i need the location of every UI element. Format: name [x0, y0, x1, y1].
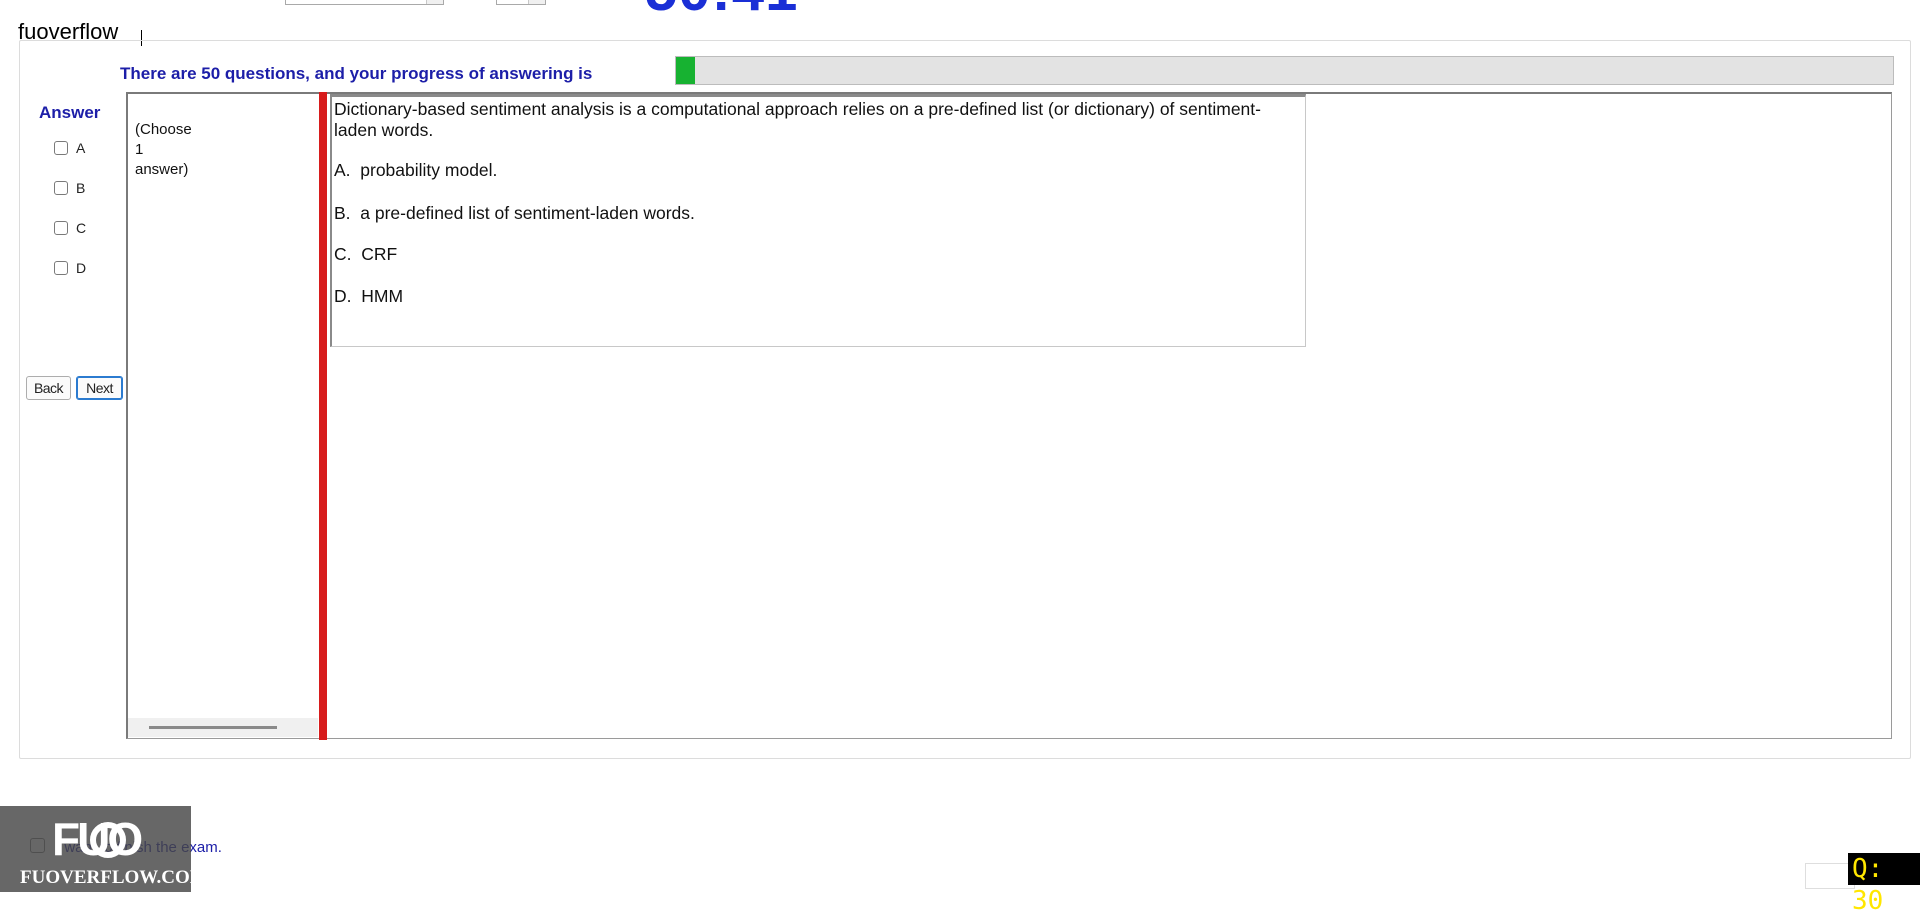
choose-instruction: (Choose 1 answer) [135, 120, 192, 180]
scrollbar-thumb[interactable] [149, 726, 277, 729]
option-c-checkbox[interactable] [54, 220, 68, 235]
choose-line-3: answer) [135, 161, 189, 178]
option-b-checkbox[interactable] [54, 180, 68, 195]
logo-ring-icon [90, 822, 126, 858]
choice-b: B. a pre-defined list of sentiment-laden… [334, 203, 695, 223]
answer-title: Answer [39, 103, 101, 122]
question-text: Dictionary-based sentiment analysis is a… [334, 99, 1261, 140]
question-number-badge: Q: 30 [1848, 853, 1920, 916]
progress-fill [676, 57, 696, 84]
next-button[interactable]: Next [76, 376, 123, 400]
progress-label: There are 50 questions, and your progres… [120, 64, 593, 83]
choose-line-2: 1 [135, 141, 144, 158]
exam-code-field[interactable] [285, 0, 444, 5]
option-c[interactable]: C [54, 219, 86, 236]
watermark-text: FUOVERFLOW.COM [20, 867, 208, 888]
watermark-logo: FUO FUOVERFLOW.COM [0, 806, 208, 892]
choice-d: D. HMM [334, 286, 404, 306]
choice-c: C. CRF [334, 244, 398, 264]
option-a[interactable]: A [54, 139, 85, 156]
choose-line-1: (Choose [135, 121, 192, 138]
option-c-label: C [76, 219, 87, 236]
dropdown-arrow-icon[interactable] [528, 0, 545, 4]
choice-a: A. probability model. [334, 160, 498, 180]
back-button[interactable]: Back [26, 376, 71, 400]
countdown-timer: 50:41 [645, 0, 798, 20]
splitter-divider[interactable] [319, 92, 327, 740]
option-a-checkbox[interactable] [54, 140, 68, 155]
instructions-pane [128, 94, 318, 737]
option-b[interactable]: B [54, 179, 85, 196]
dropdown-arrow-icon[interactable] [426, 0, 443, 4]
option-b-label: B [76, 179, 86, 196]
option-d-label: D [76, 259, 87, 276]
option-d-checkbox[interactable] [54, 260, 68, 275]
font-size-field[interactable] [496, 0, 546, 5]
option-d[interactable]: D [54, 259, 86, 276]
option-a-label: A [76, 139, 86, 156]
progress-bar [675, 56, 1894, 85]
